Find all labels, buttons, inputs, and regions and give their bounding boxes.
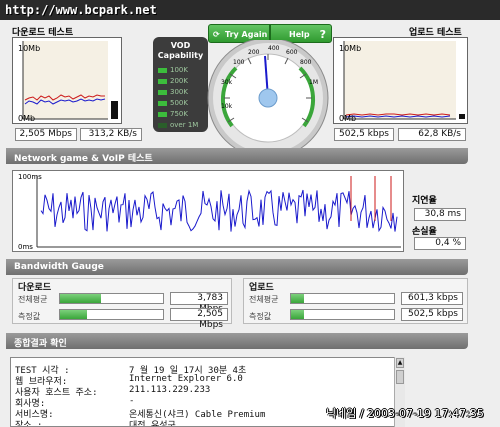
upload-meas-value: 502,5 kbps [401,308,463,321]
download-level-bar [111,101,118,119]
dial-tick-label: 100 [233,59,245,66]
vod-led-icon [158,67,167,73]
upload-avg-fill [291,294,305,303]
download-gauge-label: 다운로드 [18,283,52,293]
upload-level-bar [459,114,465,119]
vod-capability-panel: VOD Capability 100K 200K 300K 500K 750K … [153,37,208,132]
network-graph [12,170,404,252]
vod-level-100k: 100K [158,66,188,75]
upload-avg-value: 601,3 kbps [401,292,463,305]
dial-hub [258,88,278,108]
dial-tick-label: 1M [309,79,318,86]
upload-avg-label: 전체평균 [249,295,279,304]
download-axis-top: 10Mb [18,44,41,53]
download-axis-bottom: 0Mb [18,114,36,123]
vod-level-750k: 750K [158,110,188,119]
vod-title-2: Capability [157,51,204,60]
dial-tick-label: 200 [248,49,260,56]
upload-axis-top: 10Mb [339,44,362,53]
upload-speed: 502,5 kbps [334,128,394,141]
upload-rate: 62,8 KB/s [398,128,466,141]
vod-level-300k: 300K [158,88,188,97]
dial-tick-label: 600 [286,49,298,56]
vod-level-over-1m: over 1M [158,121,198,130]
upload-meas-bar [290,309,395,320]
upload-axis-bottom: 0Mb [339,114,357,123]
site-url: http://www.bcpark.net [5,3,157,17]
upload-meas-fill [291,310,305,319]
speed-dial: 10k 30k 100 200 400 600 800 1M [207,40,329,159]
download-meas-bar [59,309,164,320]
download-speed: 2,505 Mbps [15,128,77,141]
vod-led-icon [158,78,167,84]
network-axis-bottom: 0ms [18,243,33,251]
dial-tick-label: 400 [268,45,280,52]
vod-led-icon [158,111,167,117]
photo-watermark: 닉네임 / 2003-07-19 17:47:35 [326,407,484,420]
loss-value: 0,4 % [414,237,466,250]
vod-level-200k: 200K [158,77,188,86]
network-section-header: Network game & VoIP 테스트 [6,148,468,164]
download-meas-value: 2,505 Mbps [170,308,228,330]
download-avg-label: 전체평균 [18,295,48,304]
scroll-up-icon[interactable]: ▲ [396,358,404,368]
title-strip: http://www.bcpark.net [0,0,500,20]
dial-tick-label: 10k [221,103,233,110]
latency-label: 지연율 [412,196,437,206]
vod-title-1: VOD [170,41,191,50]
download-meas-label: 측정값 [18,312,41,321]
download-avg-bar [59,293,164,304]
vod-led-icon [158,100,167,106]
scroll-thumb[interactable] [396,370,404,384]
vod-level-500k: 500K [158,99,188,108]
upload-avg-bar [290,293,395,304]
network-graph-svg [13,171,403,251]
vod-led-icon [158,89,167,95]
summary-section-header: 종합결과 확인 [6,333,468,349]
loss-label: 손실율 [412,227,437,237]
latency-value: 30,8 ms [414,208,466,221]
network-axis-top: 100ms [18,173,42,181]
vod-led-icon [158,122,167,128]
bandwidth-section-header: Bandwidth Gauge [6,259,468,275]
speed-test-app: http://www.bcpark.net 다운로드 테스트 10Mb 0Mb … [0,0,500,427]
download-meas-fill [60,310,87,319]
download-avg-fill [60,294,102,303]
upload-gauge-label: 업로드 [249,283,274,293]
dial-tick-label: 800 [300,59,312,66]
dial-tick-label: 30k [221,79,233,86]
download-avg-value: 3,783 Mbps [170,292,228,314]
download-rate: 313,2 KB/s [80,128,142,141]
upload-meas-label: 측정값 [249,312,272,321]
